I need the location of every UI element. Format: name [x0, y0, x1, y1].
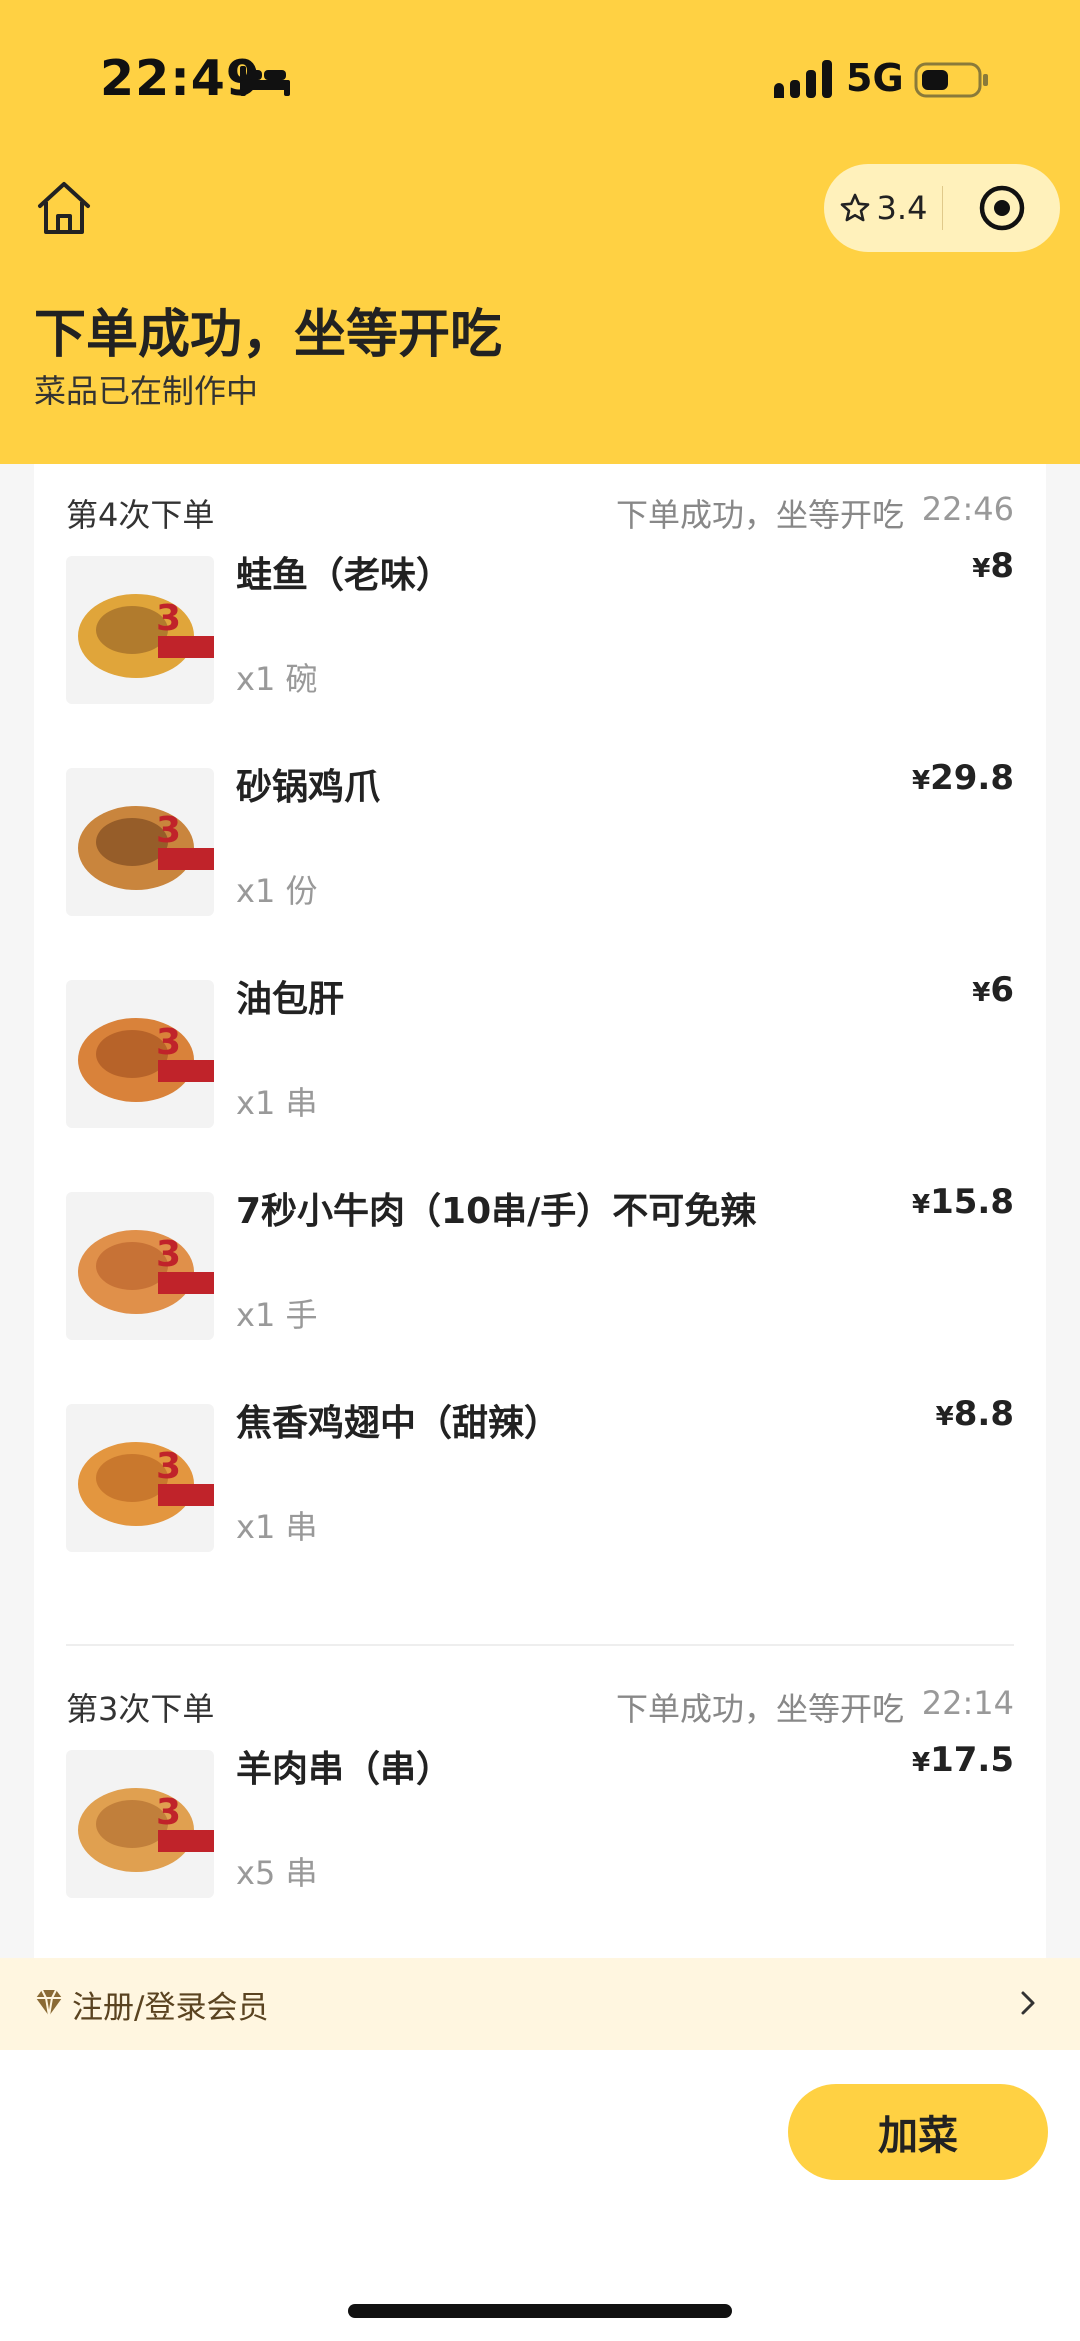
dish-price: ¥15.8 — [912, 1182, 1014, 1222]
diamond-icon — [36, 1989, 62, 2017]
rating-value: 3.4 — [876, 189, 928, 227]
member-login-label: 注册/登录会员 — [72, 1990, 269, 2026]
order-status: 下单成功，坐等开吃 — [615, 1690, 904, 1728]
order-item[interactable]: 3 焦香鸡翅中（甜辣） ¥8.8 x1 串 — [66, 1394, 1014, 1574]
dish-price: ¥6 — [972, 970, 1014, 1010]
dish-name: 羊肉串（串） — [236, 1749, 453, 1790]
dish-price: ¥8 — [972, 546, 1014, 586]
dish-price-value: 29.8 — [930, 758, 1014, 798]
dish-name: 蛙鱼（老味） — [236, 555, 453, 596]
dish-thumbnail: 3 — [66, 556, 214, 704]
header: 22:49 5G 3.4 下单成功，坐等开吃 菜品已在制作中 — [0, 0, 1080, 464]
order-divider — [66, 1644, 1014, 1646]
network-label: 5G — [846, 56, 904, 100]
chevron-right-icon — [1021, 1991, 1035, 2015]
order-item[interactable]: 3 7秒小牛肉（10串/手）不可免辣 ¥15.8 x1 手 — [66, 1182, 1014, 1362]
dish-price: ¥17.5 — [912, 1740, 1014, 1780]
dish-quantity: x1 份 — [236, 872, 318, 910]
dish-quantity: x1 串 — [236, 1084, 318, 1122]
dish-thumbnail: 3 — [66, 1750, 214, 1898]
svg-text:3: 3 — [156, 1022, 181, 1063]
member-login-bar[interactable]: 注册/登录会员 — [0, 1958, 1080, 2050]
page-title: 下单成功，坐等开吃 — [34, 305, 503, 365]
order-header: 第4次下单 下单成功，坐等开吃 22:46 — [66, 490, 1014, 534]
svg-text:3: 3 — [156, 810, 181, 851]
dish-quantity: x1 串 — [236, 1508, 318, 1546]
dish-name: 焦香鸡翅中（甜辣） — [236, 1403, 561, 1444]
star-icon — [840, 193, 869, 222]
dish-price-value: 15.8 — [930, 1182, 1014, 1222]
order-number: 第4次下单 — [66, 496, 215, 534]
order-time: 22:46 — [921, 490, 1014, 528]
home-icon[interactable] — [34, 180, 94, 236]
svg-text:3: 3 — [156, 1234, 181, 1275]
dish-thumbnail: 3 — [66, 1404, 214, 1552]
order-number: 第3次下单 — [66, 1690, 215, 1728]
order-item[interactable]: 3 羊肉串（串） ¥17.5 x5 串 — [66, 1740, 1014, 1920]
dish-name: 砂锅鸡爪 — [236, 767, 381, 808]
dish-quantity: x1 碗 — [236, 660, 318, 698]
currency-symbol: ¥ — [912, 1748, 931, 1778]
status-time: 22:49 — [100, 50, 261, 107]
app-screen: 22:49 5G 3.4 下单成功，坐等开吃 菜品已在制作中 第4次下单 下单成… — [0, 0, 1080, 2341]
dish-price-value: 8 — [990, 546, 1014, 586]
home-indicator[interactable] — [348, 2304, 732, 2318]
currency-symbol: ¥ — [912, 766, 931, 796]
battery-icon — [914, 62, 988, 98]
add-dish-button[interactable]: 加菜 — [788, 2084, 1048, 2180]
dish-thumbnail: 3 — [66, 768, 214, 916]
dish-price: ¥29.8 — [912, 758, 1014, 798]
dish-name: 油包肝 — [236, 979, 345, 1020]
dish-price: ¥8.8 — [936, 1394, 1014, 1434]
svg-text:3: 3 — [156, 598, 181, 639]
order-item[interactable]: 3 蛙鱼（老味） ¥8 x1 碗 — [66, 546, 1014, 726]
dish-price-value: 8.8 — [953, 1394, 1014, 1434]
dish-price-value: 17.5 — [930, 1740, 1014, 1780]
dish-quantity: x5 串 — [236, 1854, 318, 1892]
currency-symbol: ¥ — [935, 1402, 954, 1432]
svg-text:3: 3 — [156, 1792, 181, 1833]
dish-thumbnail: 3 — [66, 980, 214, 1128]
page-subtitle: 菜品已在制作中 — [34, 372, 259, 410]
order-card: 第4次下单 下单成功，坐等开吃 22:46 3 蛙鱼（老味） ¥8 x1 碗 3 砂锅鸡爪 ¥29… — [34, 464, 1046, 1958]
rating-button[interactable]: 3.4 — [824, 164, 942, 252]
currency-symbol: ¥ — [972, 554, 991, 584]
bottom-action-area: 加菜 — [0, 2050, 1080, 2341]
dish-thumbnail: 3 — [66, 1192, 214, 1340]
dish-price-value: 6 — [990, 970, 1014, 1010]
bed-icon — [240, 66, 290, 96]
target-icon — [979, 185, 1025, 231]
order-status: 下单成功，坐等开吃 — [615, 496, 904, 534]
close-miniprogram-button[interactable] — [944, 164, 1060, 252]
dish-name: 7秒小牛肉（10串/手）不可免辣 — [236, 1191, 757, 1232]
currency-symbol: ¥ — [912, 1190, 931, 1220]
capsule-divider — [942, 186, 943, 230]
order-header: 第3次下单 下单成功，坐等开吃 22:14 — [66, 1684, 1014, 1728]
signal-icon — [774, 60, 832, 98]
order-item[interactable]: 3 油包肝 ¥6 x1 串 — [66, 970, 1014, 1150]
order-item[interactable]: 3 砂锅鸡爪 ¥29.8 x1 份 — [66, 758, 1014, 938]
dish-quantity: x1 手 — [236, 1296, 318, 1334]
svg-text:3: 3 — [156, 1446, 181, 1487]
currency-symbol: ¥ — [972, 978, 991, 1008]
order-time: 22:14 — [921, 1684, 1014, 1722]
capsule-menu: 3.4 — [824, 164, 1060, 252]
